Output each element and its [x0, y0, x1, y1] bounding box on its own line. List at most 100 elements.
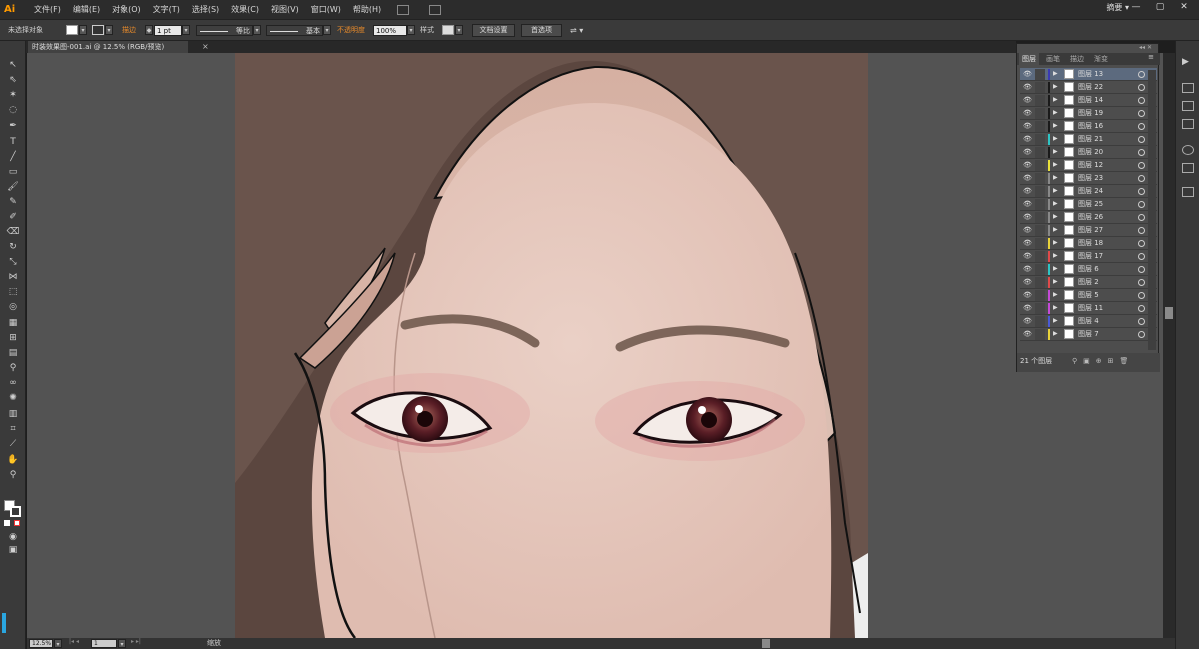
lock-toggle[interactable]	[1035, 95, 1045, 106]
eye-icon[interactable]: 👁	[1023, 278, 1032, 286]
target-icon[interactable]	[1138, 266, 1145, 273]
lock-toggle[interactable]	[1035, 277, 1045, 288]
panel-collapse-icon[interactable]: ◂◂ ✕	[1139, 44, 1152, 51]
color-mode-icon[interactable]	[4, 520, 10, 526]
layer-row[interactable]: 👁 ▶ 图层 26	[1020, 211, 1157, 224]
target-icon[interactable]	[1138, 136, 1145, 143]
style-dropdown[interactable]: ▾	[455, 25, 463, 35]
layer-row[interactable]: 👁 ▶ 图层 20	[1020, 146, 1157, 159]
panel-menu-icon[interactable]: ≡	[1148, 53, 1154, 61]
shape-builder-tool-icon[interactable]: ◎	[5, 301, 21, 313]
lock-toggle[interactable]	[1035, 316, 1045, 327]
eye-icon[interactable]: 👁	[1023, 122, 1032, 130]
lock-toggle[interactable]	[1035, 134, 1045, 145]
hand-tool-icon[interactable]: ✋	[5, 454, 21, 466]
line-tool-icon[interactable]: ╱	[5, 151, 21, 163]
mesh-tool-icon[interactable]: ⊞	[5, 332, 21, 344]
eye-icon[interactable]: 👁	[1023, 161, 1032, 169]
stroke-profile-dropdown[interactable]: ▾	[253, 25, 261, 35]
layers-panel-tab[interactable]: 图层	[1019, 53, 1039, 65]
rectangle-tool-icon[interactable]: ▭	[5, 166, 21, 178]
layers-panel-tab[interactable]: 渐变	[1091, 53, 1111, 65]
layer-row[interactable]: 👁 ▶ 图层 25	[1020, 198, 1157, 211]
first-page-icon[interactable]: |◂ ◂	[69, 638, 79, 645]
menu-item[interactable]: 文件(F)	[28, 0, 67, 19]
expand-triangle-icon[interactable]: ▶	[1053, 302, 1058, 314]
target-icon[interactable]	[1138, 84, 1145, 91]
page-dropdown[interactable]: ▾	[118, 639, 126, 648]
layer-name[interactable]: 图层 21	[1078, 133, 1103, 145]
layer-name[interactable]: 图层 23	[1078, 172, 1103, 184]
opacity-label[interactable]: 不透明度	[337, 25, 365, 36]
zoom-field[interactable]: 12.5%	[29, 639, 53, 648]
lock-toggle[interactable]	[1035, 147, 1045, 158]
none-mode-icon[interactable]	[14, 520, 20, 526]
layer-name[interactable]: 图层 16	[1078, 120, 1103, 132]
lock-toggle[interactable]	[1035, 290, 1045, 301]
blend-tool-icon[interactable]: ∞	[5, 377, 21, 389]
magic-wand-tool-icon[interactable]: ✶	[5, 89, 21, 101]
fill-swatch[interactable]	[66, 25, 78, 35]
brush-dropdown[interactable]: ▾	[323, 25, 331, 35]
lock-toggle[interactable]	[1035, 303, 1045, 314]
selection-tool-icon[interactable]: ↖	[5, 59, 21, 71]
target-icon[interactable]	[1138, 123, 1145, 130]
layer-name[interactable]: 图层 6	[1078, 263, 1099, 275]
expand-triangle-icon[interactable]: ▶	[1053, 133, 1058, 145]
target-icon[interactable]	[1138, 227, 1145, 234]
stroke-weight-field[interactable]: 1 pt	[154, 25, 182, 36]
page-field[interactable]: 1	[91, 639, 117, 648]
eye-icon[interactable]: 👁	[1023, 239, 1032, 247]
blob-brush-tool-icon[interactable]: ✐	[5, 211, 21, 223]
close-tab-icon[interactable]: ×	[202, 41, 209, 53]
align-panel-icon[interactable]	[1182, 101, 1194, 111]
eye-icon[interactable]: 👁	[1023, 226, 1032, 234]
layer-row[interactable]: 👁 ▶ 图层 16	[1020, 120, 1157, 133]
eye-icon[interactable]: 👁	[1023, 291, 1032, 299]
perspective-grid-tool-icon[interactable]: ▦	[5, 317, 21, 329]
lock-toggle[interactable]	[1035, 329, 1045, 340]
eye-icon[interactable]: 👁	[1023, 70, 1032, 78]
target-icon[interactable]	[1138, 175, 1145, 182]
target-icon[interactable]	[1138, 201, 1145, 208]
layer-row[interactable]: 👁 ▶ 图层 4	[1020, 315, 1157, 328]
zoom-dropdown[interactable]: ▾	[54, 639, 62, 648]
stroke-dropdown[interactable]: ▾	[105, 25, 113, 35]
expand-triangle-icon[interactable]: ▶	[1053, 94, 1058, 106]
preferences-button[interactable]: 首选项	[521, 24, 562, 37]
target-icon[interactable]	[1138, 253, 1145, 260]
eye-icon[interactable]: 👁	[1023, 109, 1032, 117]
layer-row[interactable]: 👁 ▶ 图层 5	[1020, 289, 1157, 302]
scale-tool-icon[interactable]: ⤡	[5, 256, 21, 268]
target-icon[interactable]	[1138, 149, 1145, 156]
brush-select[interactable]: 基本	[266, 25, 323, 36]
vertical-scrollbar[interactable]	[1163, 53, 1175, 638]
layer-row[interactable]: 👁 ▶ 图层 21	[1020, 133, 1157, 146]
stroke-label[interactable]: 描边	[122, 25, 136, 36]
free-transform-tool-icon[interactable]: ⬚	[5, 286, 21, 298]
target-icon[interactable]	[1138, 188, 1145, 195]
layer-name[interactable]: 图层 5	[1078, 289, 1099, 301]
lock-toggle[interactable]	[1035, 173, 1045, 184]
eye-icon[interactable]: 👁	[1023, 252, 1032, 260]
menu-item[interactable]: 窗口(W)	[305, 0, 347, 19]
target-icon[interactable]	[1138, 279, 1145, 286]
eye-icon[interactable]: 👁	[1023, 83, 1032, 91]
layer-row[interactable]: 👁 ▶ 图层 24	[1020, 185, 1157, 198]
layer-name[interactable]: 图层 14	[1078, 94, 1103, 106]
drawing-mode-icon[interactable]: ◉	[5, 531, 21, 543]
eye-icon[interactable]: 👁	[1023, 148, 1032, 156]
expand-triangle-icon[interactable]: ▶	[1053, 107, 1058, 119]
fill-dropdown[interactable]: ▾	[79, 25, 87, 35]
lock-toggle[interactable]	[1035, 251, 1045, 262]
expand-triangle-icon[interactable]: ▶	[1053, 276, 1058, 288]
layers-panel-tab[interactable]: 描边	[1067, 53, 1087, 65]
lasso-tool-icon[interactable]: ◌	[5, 104, 21, 116]
stroke-weight-dropdown[interactable]: ▾	[182, 25, 190, 35]
lock-toggle[interactable]	[1035, 264, 1045, 275]
pen-tool-icon[interactable]: ✒	[5, 120, 21, 132]
vertical-scroll-thumb[interactable]	[1165, 307, 1173, 319]
lock-toggle[interactable]	[1035, 212, 1045, 223]
artboard-tool-icon[interactable]: ⌗	[5, 423, 21, 435]
target-icon[interactable]	[1138, 305, 1145, 312]
